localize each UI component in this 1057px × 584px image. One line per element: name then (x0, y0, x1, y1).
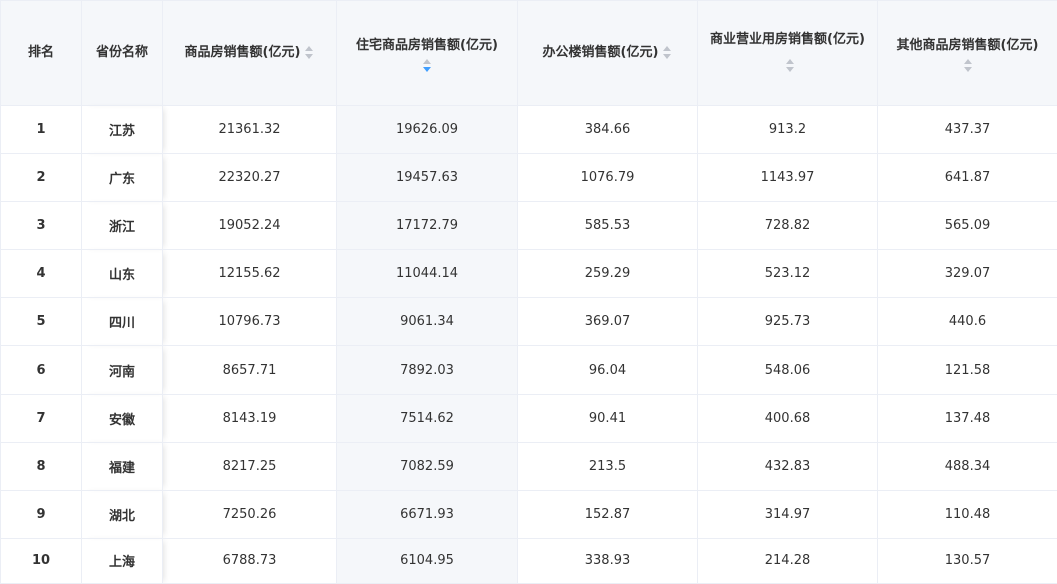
cell-office: 259.29 (517, 249, 698, 299)
table-row[interactable]: 6 河南 8657.71 7892.03 96.04 548.06 121.58 (0, 345, 1057, 395)
cell-commercial: 21361.32 (162, 104, 337, 155)
cell-residential: 9061.34 (336, 297, 518, 347)
cell-province: 浙江 (81, 201, 163, 251)
cell-province: 湖北 (81, 489, 163, 539)
cell-residential: 6671.93 (336, 489, 518, 539)
cell-rank: 9 (0, 489, 82, 539)
sort-caret-icon[interactable] (963, 59, 973, 73)
table-row[interactable]: 10 上海 6788.73 6104.95 338.93 214.28 130.57 (0, 537, 1057, 584)
table-row[interactable]: 3 浙江 19052.24 17172.79 585.53 728.82 565.09 (0, 201, 1057, 251)
cell-other: 641.87 (877, 153, 1057, 203)
cell-business: 1143.97 (697, 153, 878, 203)
table-row[interactable]: 8 福建 8217.25 7082.59 213.5 432.83 488.34 (0, 441, 1057, 491)
cell-province: 河南 (81, 345, 163, 395)
cell-commercial: 19052.24 (162, 201, 337, 251)
header-rank: 排名 (0, 0, 82, 106)
cell-business: 913.2 (697, 104, 878, 155)
cell-residential: 7082.59 (336, 441, 518, 491)
cell-business: 523.12 (697, 249, 878, 299)
cell-business: 548.06 (697, 345, 878, 395)
cell-office: 213.5 (517, 441, 698, 491)
header-residential-sales[interactable]: 住宅商品房销售额(亿元) (336, 0, 518, 106)
sort-caret-icon[interactable] (304, 45, 314, 60)
table-row[interactable]: 2 广东 22320.27 19457.63 1076.79 1143.97 641.87 (0, 153, 1057, 203)
header-province: 省份名称 (81, 0, 163, 106)
sort-caret-descending-icon[interactable] (422, 59, 432, 73)
cell-other: 121.58 (877, 345, 1057, 395)
cell-business: 728.82 (697, 201, 878, 251)
table-body: 1 江苏 21361.32 19626.09 384.66 913.2 437.37 2 广东 2… (0, 104, 1057, 584)
cell-business: 925.73 (697, 297, 878, 347)
cell-business: 214.28 (697, 537, 878, 584)
cell-rank: 7 (0, 393, 82, 443)
cell-commercial: 12155.62 (162, 249, 337, 299)
table-row[interactable]: 5 四川 10796.73 9061.34 369.07 925.73 440.6 (0, 297, 1057, 347)
cell-residential: 7514.62 (336, 393, 518, 443)
cell-commercial: 8143.19 (162, 393, 337, 443)
cell-commercial: 8657.71 (162, 345, 337, 395)
cell-province: 四川 (81, 297, 163, 347)
header-other-sales[interactable]: 其他商品房销售额(亿元) (877, 0, 1057, 106)
table-row[interactable]: 9 湖北 7250.26 6671.93 152.87 314.97 110.48 (0, 489, 1057, 539)
cell-province: 江苏 (81, 104, 163, 155)
cell-rank: 3 (0, 201, 82, 251)
cell-province: 山东 (81, 249, 163, 299)
cell-business: 314.97 (697, 489, 878, 539)
cell-province: 广东 (81, 153, 163, 203)
cell-office: 338.93 (517, 537, 698, 584)
cell-rank: 8 (0, 441, 82, 491)
cell-rank: 1 (0, 104, 82, 155)
cell-other: 437.37 (877, 104, 1057, 155)
sort-caret-icon[interactable] (662, 45, 672, 60)
cell-other: 565.09 (877, 201, 1057, 251)
sort-caret-icon[interactable] (785, 58, 795, 73)
header-office-sales[interactable]: 办公楼销售额(亿元) (517, 0, 698, 106)
cell-commercial: 10796.73 (162, 297, 337, 347)
cell-office: 369.07 (517, 297, 698, 347)
cell-other: 329.07 (877, 249, 1057, 299)
cell-office: 585.53 (517, 201, 698, 251)
cell-business: 432.83 (697, 441, 878, 491)
cell-other: 137.48 (877, 393, 1057, 443)
cell-other: 110.48 (877, 489, 1057, 539)
cell-commercial: 22320.27 (162, 153, 337, 203)
cell-office: 90.41 (517, 393, 698, 443)
cell-residential: 19457.63 (336, 153, 518, 203)
cell-business: 400.68 (697, 393, 878, 443)
cell-other: 440.6 (877, 297, 1057, 347)
cell-other: 130.57 (877, 537, 1057, 584)
header-business-sales[interactable]: 商业营业用房销售额(亿元) (697, 0, 878, 106)
cell-office: 152.87 (517, 489, 698, 539)
cell-residential: 6104.95 (336, 537, 518, 584)
cell-province: 福建 (81, 441, 163, 491)
cell-commercial: 8217.25 (162, 441, 337, 491)
cell-office: 384.66 (517, 104, 698, 155)
cell-commercial: 6788.73 (162, 537, 337, 584)
cell-province: 上海 (81, 537, 163, 584)
cell-province: 安徽 (81, 393, 163, 443)
cell-residential: 7892.03 (336, 345, 518, 395)
cell-rank: 10 (0, 537, 82, 584)
cell-office: 1076.79 (517, 153, 698, 203)
table-row[interactable]: 1 江苏 21361.32 19626.09 384.66 913.2 437.37 (0, 104, 1057, 155)
header-commercial-sales[interactable]: 商品房销售额(亿元) (162, 0, 337, 106)
cell-office: 96.04 (517, 345, 698, 395)
cell-commercial: 7250.26 (162, 489, 337, 539)
table-row[interactable]: 4 山东 12155.62 11044.14 259.29 523.12 329.07 (0, 249, 1057, 299)
cell-residential: 17172.79 (336, 201, 518, 251)
table-header: 排名 省份名称 商品房销售额(亿元) 住宅商品房销售额(亿元) 办公楼销售额(亿… (0, 0, 1057, 106)
cell-residential: 11044.14 (336, 249, 518, 299)
sales-table: 排名 省份名称 商品房销售额(亿元) 住宅商品房销售额(亿元) 办公楼销售额(亿… (0, 0, 1057, 584)
cell-rank: 5 (0, 297, 82, 347)
cell-rank: 2 (0, 153, 82, 203)
cell-residential: 19626.09 (336, 104, 518, 155)
cell-other: 488.34 (877, 441, 1057, 491)
cell-rank: 4 (0, 249, 82, 299)
cell-rank: 6 (0, 345, 82, 395)
table-row[interactable]: 7 安徽 8143.19 7514.62 90.41 400.68 137.48 (0, 393, 1057, 443)
